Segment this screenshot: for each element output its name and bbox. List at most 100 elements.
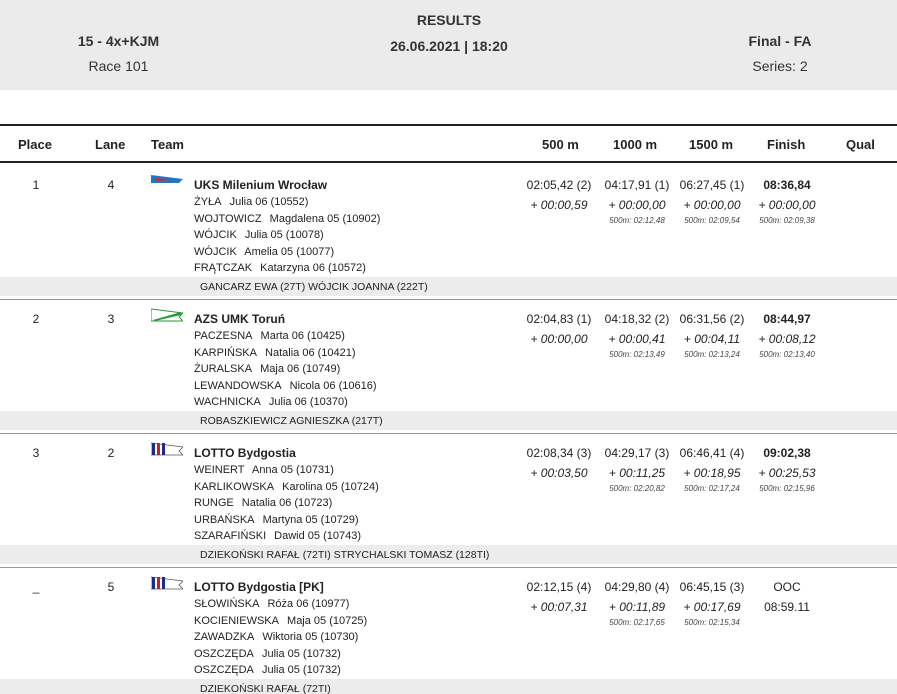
rower-last-name: SŁOWIŃSKA <box>194 598 260 610</box>
m1500-time: 06:27,45 (1) <box>679 178 745 192</box>
column-500m: 500 m <box>542 137 579 152</box>
results-header: 15 - 4x+KJM Race 101 RESULTS 26.06.2021 … <box>0 0 897 90</box>
rower-details: Natalia 06 (10421) <box>261 346 356 359</box>
m1000-time: 04:18,32 (2) <box>604 312 670 326</box>
rower-item: OSZCZĘDA Julia 05 (10732) <box>194 664 341 676</box>
rower-item: WOJTOWICZ Magdalena 05 (10902) <box>194 213 380 225</box>
m1000-diff: + 00:00,00 <box>608 198 666 212</box>
team-name: LOTTO Bydgostia [PK] <box>194 580 324 594</box>
rower-item: ZAWADZKA Wiktoria 05 (10730) <box>194 631 358 643</box>
rower-details: Nicola 06 (10616) <box>286 379 377 392</box>
rower-item: KOCIENIEWSKA Maja 05 (10725) <box>194 615 367 627</box>
m1500-diff: + 00:04,11 <box>683 332 741 346</box>
finish-time: 08:36,84 <box>763 178 811 192</box>
rower-last-name: WÓJCIK <box>194 245 237 258</box>
rower-item: KARLIKOWSKA Karolina 05 (10724) <box>194 481 379 493</box>
rower-details: Maja 06 (10749) <box>257 363 341 376</box>
rower-details: Marta 06 (10425) <box>257 330 345 342</box>
finish-diff: + 00:00,00 <box>758 198 816 212</box>
rower-details: Dawid 05 (10743) <box>271 530 362 543</box>
finish-diff: 08:59.11 <box>764 600 810 614</box>
rower-last-name: LEWANDOWSKA <box>194 379 282 392</box>
m500-diff: + 00:00,59 <box>530 198 588 212</box>
m1500-diff: + 00:00,00 <box>683 198 741 212</box>
rower-last-name: ŻYŁA <box>194 196 222 208</box>
m500-time: 02:12,15 (4) <box>526 580 592 594</box>
page-title: RESULTS <box>416 12 482 28</box>
rower-last-name: URBAŃSKA <box>194 513 255 526</box>
rower-last-name: WOJTOWICZ <box>194 212 262 225</box>
place-cell: 2 <box>32 312 40 326</box>
m1000-pace: 500m: 02:17,65 <box>609 618 665 627</box>
m1500-diff: + 00:18,95 <box>683 466 741 480</box>
m1500-pace: 500m: 02:15,34 <box>684 618 740 627</box>
rower-last-name: OSZCZĘDA <box>194 664 254 677</box>
lane-cell: 3 <box>107 312 115 326</box>
m1000-time: 04:29,17 (3) <box>604 446 670 460</box>
team-name: AZS UMK Toruń <box>194 312 286 326</box>
lotto-bydgostia-flag <box>150 576 184 590</box>
rower-details: Julia 05 (10078) <box>241 229 324 242</box>
m500-time: 02:04,83 (1) <box>526 312 592 326</box>
lotto-bydgostia-flag <box>150 442 184 456</box>
rower-details: Julia 05 (10732) <box>258 647 341 660</box>
rower-item: SŁOWIŃSKA Róża 06 (10977) <box>194 598 349 610</box>
rower-details: Amelia 05 (10077) <box>241 245 335 258</box>
azs-umk-flag <box>150 308 185 322</box>
rower-last-name: WÓJCIK <box>194 229 237 242</box>
coaches-row: ROBASZKIEWICZ AGNIESZKA (217T) <box>0 411 897 430</box>
finish-time: 08:44,97 <box>763 312 811 326</box>
rower-details: Martyna 05 (10729) <box>259 513 359 526</box>
table-header: Place Lane Team 500 m 1000 m 1500 m Fini… <box>0 124 897 163</box>
rower-last-name: KARLIKOWSKA <box>194 480 275 493</box>
rower-item: RUNGE Natalia 06 (10723) <box>194 497 332 509</box>
race-datetime: 26.06.2021 | 18:20 <box>390 38 508 54</box>
m1500-pace: 500m: 02:09,54 <box>684 216 740 225</box>
rower-last-name: OSZCZĘDA <box>194 647 254 660</box>
rower-details: Róża 06 (10977) <box>264 598 350 610</box>
entry-separator <box>0 567 897 568</box>
finish-pace: 500m: 02:13,40 <box>759 350 815 359</box>
rower-details: Karolina 05 (10724) <box>279 480 379 493</box>
coaches-row: GANCARZ EWA (27T) WÓJCIK JOANNA (222T) <box>0 277 897 296</box>
rower-item: WÓJCIK Amelia 05 (10077) <box>194 246 334 258</box>
rower-last-name: RUNGE <box>194 497 234 510</box>
uks-milenium-flag <box>151 174 183 188</box>
team-name: UKS Milenium Wrocław <box>194 178 328 192</box>
finish-pace: 500m: 02:15,96 <box>759 484 815 493</box>
column-qual: Qual <box>846 137 875 152</box>
m1000-pace: 500m: 02:12,48 <box>609 216 665 225</box>
m1500-time: 06:45,15 (3) <box>679 580 745 594</box>
race-series: Series: 2 <box>752 58 808 74</box>
rower-details: Anna 05 (10731) <box>249 464 334 476</box>
rower-item: PACZESNA Marta 06 (10425) <box>194 330 345 342</box>
rower-last-name: ZAWADZKA <box>194 631 255 644</box>
column-1000m: 1000 m <box>613 137 658 152</box>
lane-cell: 4 <box>107 178 115 192</box>
rower-item: ŻYŁA Julia 06 (10552) <box>194 196 308 208</box>
coaches-row: DZIEKOŃSKI RAFAŁ (72TI) <box>0 679 897 694</box>
m1000-time: 04:29,80 (4) <box>604 580 670 594</box>
m1500-time: 06:31,56 (2) <box>679 312 745 326</box>
m500-time: 02:05,42 (2) <box>526 178 592 192</box>
rower-item: WACHNICKA Julia 06 (10370) <box>194 396 348 408</box>
m500-diff: + 00:07,31 <box>530 600 588 614</box>
finish-time: OOC <box>773 580 801 594</box>
race-code: 15 - 4x+KJM <box>77 33 160 49</box>
lane-cell: 5 <box>107 580 115 594</box>
m1500-diff: + 00:17,69 <box>683 600 741 614</box>
rower-last-name: SZARAFIŃSKI <box>194 530 267 543</box>
m500-time: 02:08,34 (3) <box>526 446 592 460</box>
m500-diff: + 00:03,50 <box>530 466 588 480</box>
rower-last-name: KARPIŃSKA <box>194 346 257 359</box>
column-team: Team <box>151 137 184 152</box>
m1500-pace: 500m: 02:13,24 <box>684 350 740 359</box>
race-number: Race 101 <box>88 58 149 74</box>
lane-cell: 2 <box>107 446 115 460</box>
rower-item: LEWANDOWSKA Nicola 06 (10616) <box>194 380 377 392</box>
column-finish: Finish <box>767 137 806 152</box>
m500-diff: + 00:00,00 <box>530 332 588 346</box>
rower-details: Maja 05 (10725) <box>283 614 368 627</box>
finish-diff: + 00:25,53 <box>758 466 816 480</box>
rower-last-name: KOCIENIEWSKA <box>194 614 279 627</box>
